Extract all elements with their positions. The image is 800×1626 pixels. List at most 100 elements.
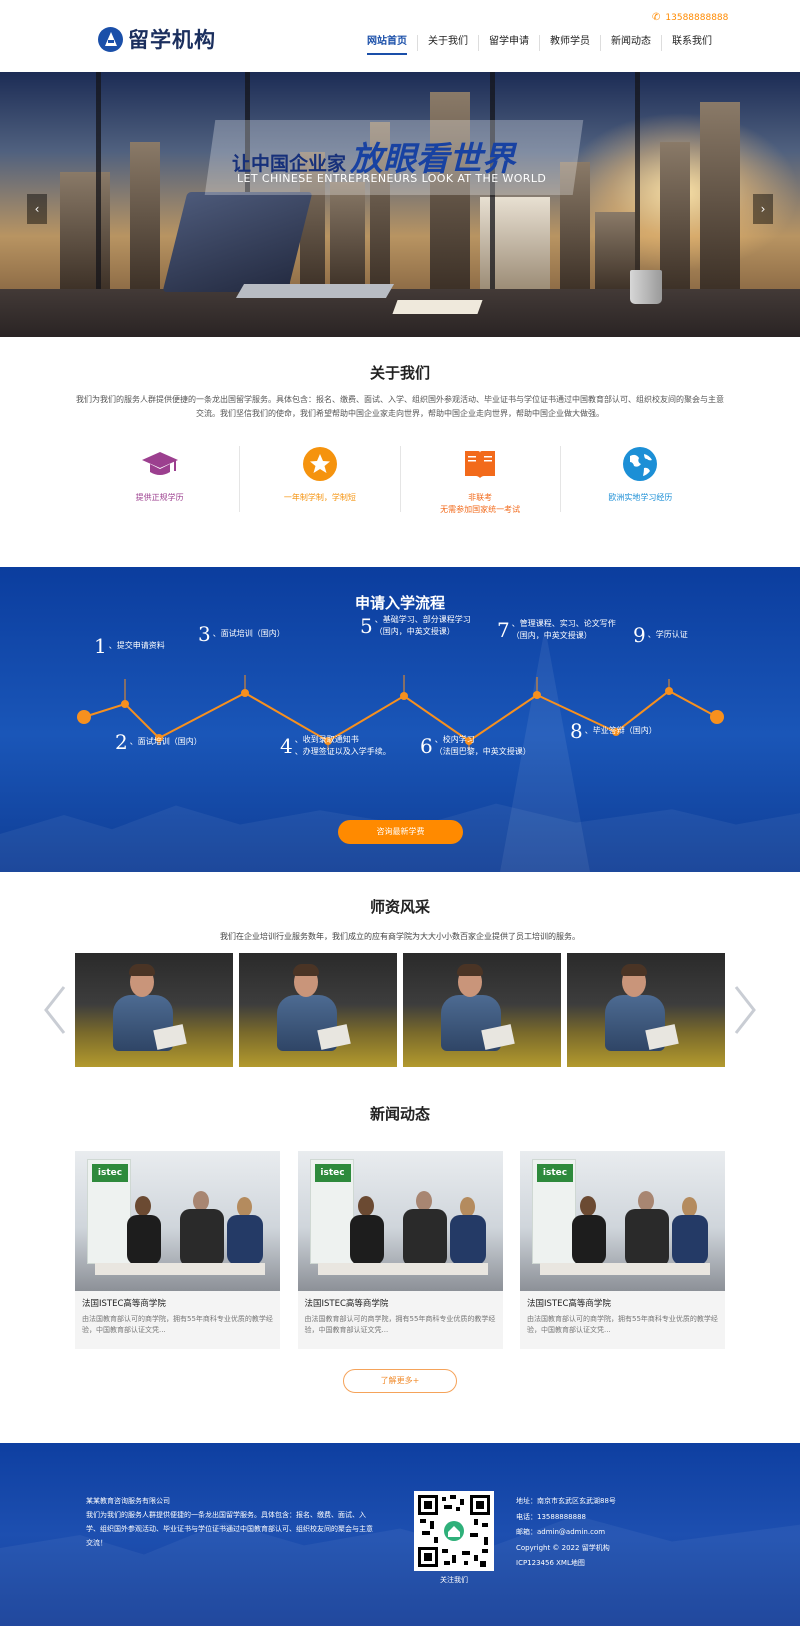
news-rollup-banner: istec [87,1159,131,1264]
step-label-line2: （国内，中英文授课） [511,631,592,640]
teacher-photo[interactable] [403,953,561,1067]
news-summary: 由法国教育部认可的商学院，拥有55年商科专业优质的教学经验，中国教育部认证文凭.… [82,1315,273,1334]
logo[interactable]: 留学机构 [98,24,216,54]
teacher-photo[interactable] [239,953,397,1067]
step-label-line1: 、收到录取通知书 [294,735,359,744]
banner-laptop-base [235,284,395,298]
footer-icp[interactable]: ICP123456 XML地图 [516,1556,616,1572]
logo-text: 留学机构 [128,28,216,52]
banner-building [595,212,635,292]
qr-caption: 关注我们 [440,1576,468,1584]
process-step-7: 7 、管理课程、实习、论文写作 （国内，中英文授课） [497,618,616,642]
qr-code [414,1491,494,1571]
nav-item-contact[interactable]: 联系我们 [661,35,722,51]
step-label: 、毕业答辩（国内） [584,726,657,735]
phone-icon: ✆ [652,12,661,23]
feature-item: 一年制学制，学制短 [239,446,399,512]
news-table [317,1263,488,1275]
step-number: 4 [280,734,293,758]
news-person [625,1209,669,1267]
footer-email[interactable]: 邮箱：admin@admin.com [516,1525,616,1541]
process-step-3: 3 、面试培训（国内） [198,622,285,646]
banner-building [130,142,160,292]
news-person [459,1197,475,1217]
news-title[interactable]: 法国ISTEC高等商学院 [298,1291,503,1309]
banner-building [660,142,690,292]
feature-label: 提供正规学历 [135,493,184,502]
teacher-photo[interactable] [75,953,233,1067]
nav-item-about[interactable]: 关于我们 [417,35,478,51]
feature-label: 一年制学制，学制短 [283,493,356,502]
news-title[interactable]: 法国ISTEC高等商学院 [520,1291,725,1309]
teacher-figure-hair [457,964,483,976]
logo-a-icon [98,26,123,52]
process-step-8: 8 、毕业答辩（国内） [570,719,657,743]
phone-number: 13588888888 [665,12,729,23]
teachers-next-arrow[interactable] [732,985,758,1035]
site-header: 留学机构 ✆ 13588888888 网站首页 关于我们 留学申请 教师学员 新… [0,0,800,72]
teacher-figure-hair [129,964,155,976]
header-phone: ✆ 13588888888 [652,12,728,23]
step-number: 9 [633,623,646,647]
news-person [227,1215,263,1265]
news-card[interactable]: istec 法国ISTEC高等商学院 由法国教育部认可的商学院，拥有55年商科专… [520,1151,725,1349]
process-step-9: 9 、学历认证 [633,623,688,647]
teachers-title: 师资风采 [369,898,430,916]
step-label: 、基础学习、部分课程学习 （国内，中英文授课） [375,614,471,638]
footer-address: 地址：南京市玄武区玄武湖88号 [516,1497,616,1505]
process-step-5: 5 、基础学习、部分课程学习 （国内，中英文授课） [360,614,471,638]
news-title: 新闻动态 [369,1105,430,1123]
banner-building [60,172,110,292]
feature-label-line2: 无需参加国家统一考试 [440,505,521,514]
news-person [180,1209,224,1267]
banner-next-button[interactable]: › [753,194,773,224]
banner-prev-button[interactable]: ‹ [27,194,47,224]
news-person [237,1197,252,1217]
qr-code-icon [418,1495,490,1567]
step-number: 2 [115,730,128,754]
nav-item-teachers[interactable]: 教师学员 [539,35,600,51]
news-person [357,1196,374,1216]
news-card[interactable]: istec 法国ISTEC高等商学院 由法国教育部认可的商学院，拥有55年商科专… [297,1151,503,1349]
about-description: 我们为我们的服务人群提供便捷的一条龙出国留学服务。具体包含：报名、缴费、面试、入… [76,395,724,418]
footer-company-info: 某某教育咨询服务有限公司 我们为我们的服务人群提供便捷的一条龙出国留学服务。具体… [86,1494,376,1550]
istec-logo: istec [314,1164,351,1182]
about-title: 关于我们 [369,364,430,382]
banner-laptop [162,192,313,292]
teacher-gallery [75,953,725,1067]
news-title[interactable]: 法国ISTEC高等商学院 [75,1291,280,1309]
nav-item-news[interactable]: 新闻动态 [600,35,661,51]
news-image: istec [520,1151,725,1291]
footer-contact: 地址：南京市玄武区玄武湖88号 电话：13588888888 邮箱：admin@… [516,1494,616,1572]
feature-item: 非联考 无需参加国家统一考试 [399,446,560,514]
feature-label-line1: 非联考 [468,493,493,502]
istec-logo: istec [92,1164,128,1182]
feature-label: 非联考 无需参加国家统一考试 [401,492,560,516]
footer-phone: 电话：13588888888 [516,1512,586,1521]
news-list: istec 法国ISTEC高等商学院 由法国教育部认可的商学院，拥有55年商科专… [75,1151,725,1349]
process-step-6: 6 、校内学习 （法国巴黎，中英文授课） [420,734,531,758]
istec-logo: istec [537,1164,573,1182]
news-card[interactable]: istec 法国ISTEC高等商学院 由法国教育部认可的商学院，拥有55年商科专… [75,1151,280,1349]
process-step-4: 4 、收到录取通知书 、办理签证以及入学手续。 [280,734,391,758]
footer-copyright: Copyright © 2022 留学机构 [516,1543,610,1552]
feature-item: 欧洲实地学习经历 [559,446,720,512]
step-number: 1 [94,634,107,658]
globe-icon [622,446,658,482]
nav-item-apply[interactable]: 留学申请 [478,35,539,51]
news-summary: 由法国教育部认可的商学院，拥有55年商科专业优质的教学经验，中国教育部认证文凭.… [527,1315,718,1334]
news-table [95,1263,265,1275]
teacher-photo[interactable] [567,953,725,1067]
teachers-prev-arrow[interactable] [42,985,68,1035]
feature-list: 提供正规学历 一年制学制，学制短 非联考 无需参加国家统一考试 欧洲实地学习经历 [80,446,720,514]
step-label: 、校内学习 （法国巴黎，中英文授课） [435,734,531,758]
news-image: istec [75,1151,280,1291]
step-label-line2: （法国巴黎，中英文授课） [434,747,531,756]
main-nav: 网站首页 关于我们 留学申请 教师学员 新闻动态 联系我们 [357,35,722,55]
learn-more-button[interactable]: 了解更多+ [343,1369,457,1393]
consult-fees-button[interactable]: 咨询最新学费 [338,820,463,844]
window-frame [96,72,101,292]
nav-item-home[interactable]: 网站首页 [357,35,417,55]
news-rollup-banner: istec [532,1159,576,1264]
news-person [638,1191,654,1211]
